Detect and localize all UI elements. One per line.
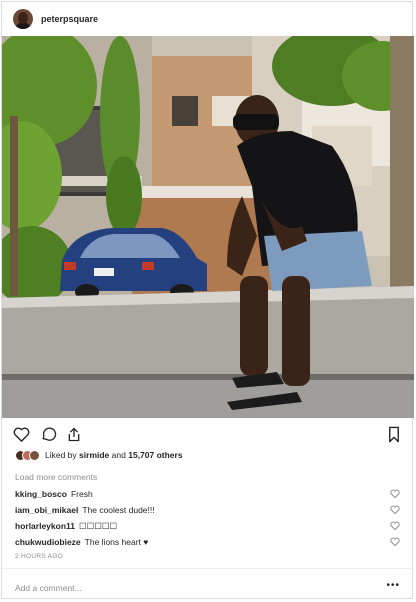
more-options-icon[interactable]: •••: [386, 580, 400, 591]
comment-username[interactable]: iam_obi_mikael: [15, 505, 78, 515]
avatar[interactable]: [13, 8, 33, 29]
liker-avatar: [29, 449, 40, 461]
comment-text: The lions heart ♥: [84, 537, 149, 547]
share-icon[interactable]: [66, 426, 82, 443]
divider: [2, 568, 414, 569]
post-header: peterpsquare: [2, 2, 414, 35]
comment-item: kking_bosco Fresh: [15, 487, 400, 501]
comment-text: ☐☐☐☐☐: [79, 520, 118, 531]
likes-summary[interactable]: Liked by sirmide and 15,707 others: [45, 450, 183, 460]
likes-row: Liked by sirmide and 15,707 others: [15, 448, 183, 462]
comment-item: chukwudiobieze The lions heart ♥: [15, 535, 400, 549]
comment-text: Fresh: [70, 489, 93, 499]
likes-prefix: Liked by: [45, 450, 77, 460]
photo-image: [2, 36, 414, 418]
comment-username[interactable]: horlarleykon11: [15, 521, 75, 531]
comment-icon[interactable]: [40, 426, 57, 442]
post-timestamp[interactable]: 2 HOURS AGO: [15, 553, 63, 560]
comment-username[interactable]: chukwudiobieze: [15, 537, 81, 547]
comment-item: horlarleykon11 ☐☐☐☐☐: [15, 519, 400, 533]
heart-icon[interactable]: [13, 426, 30, 442]
bookmark-icon[interactable]: [387, 426, 401, 443]
heart-icon[interactable]: [390, 521, 400, 530]
heart-icon[interactable]: [390, 489, 400, 498]
post-username[interactable]: peterpsquare: [41, 14, 98, 24]
likes-middle: and: [111, 450, 126, 460]
post-card: peterpsquare Liked by sirmide and 15,707…: [1, 1, 414, 599]
likes-count[interactable]: 15,707 others: [128, 450, 182, 460]
likes-first-user[interactable]: sirmide: [79, 450, 109, 460]
add-comment-input[interactable]: Add a comment...: [15, 583, 82, 593]
comment-item: iam_obi_mikael The coolest dude!!!: [15, 503, 400, 517]
post-photo[interactable]: [2, 36, 414, 418]
comment-text: The coolest dude!!!: [82, 505, 155, 515]
heart-icon[interactable]: [390, 505, 400, 514]
action-bar: [2, 420, 414, 448]
comment-username[interactable]: kking_bosco: [15, 489, 67, 499]
load-more-comments[interactable]: Load more comments: [15, 472, 97, 482]
heart-icon[interactable]: [390, 537, 400, 546]
